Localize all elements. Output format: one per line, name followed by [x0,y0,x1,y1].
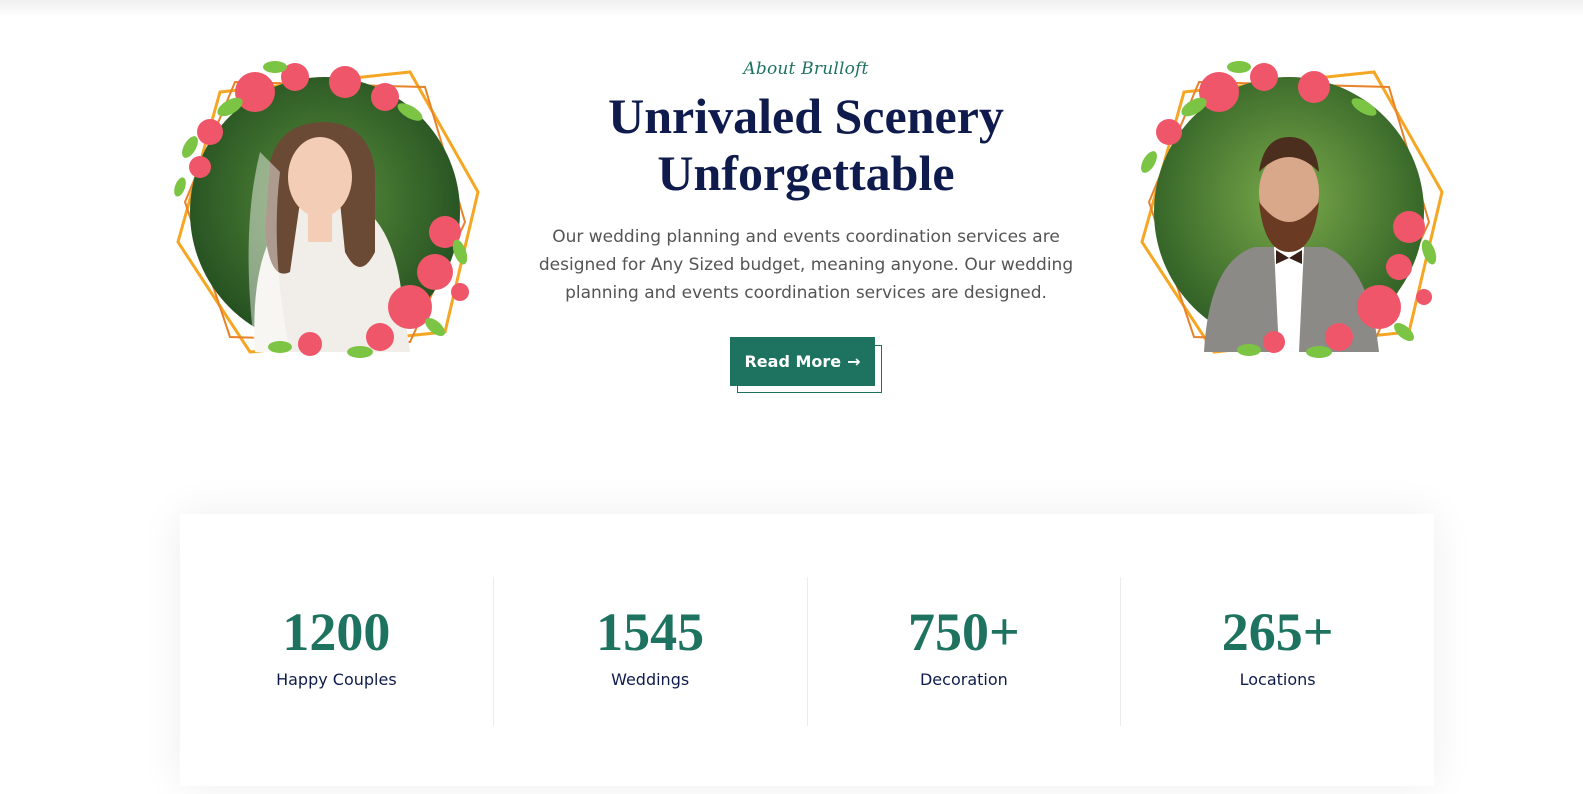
about-section: About Brulloft Unrivaled Scenery Unforge… [500,56,1112,395]
counter-label: Locations [1239,670,1316,689]
section-headline: Unrivaled Scenery Unforgettable [500,88,1112,202]
counter-weddings: 1545 Weddings [492,577,807,726]
counter-decoration: 750+ Decoration [806,577,1121,726]
counter-value: 750+ [907,602,1020,662]
bride-photo-frame [174,61,480,358]
counter-label: Happy Couples [276,670,397,689]
counter-happy-couples: 1200 Happy Couples [180,577,493,726]
arrow-right-icon: → [847,351,861,371]
counter-value: 1545 [596,602,705,662]
counter-label: Weddings [611,670,690,689]
counter-value: 265+ [1221,602,1334,662]
read-more-label: Read More [744,352,842,371]
counter-label: Decoration [919,670,1008,689]
groom-portrait [1124,52,1454,372]
counter-locations: 265+ Locations [1120,577,1434,726]
read-more-button[interactable]: Read More → [730,337,875,386]
header-shadow [0,0,1583,18]
section-description: Our wedding planning and events coordina… [538,227,1074,303]
read-more-wrap: Read More → [730,337,882,395]
section-subtitle: About Brulloft [743,59,869,79]
counter-value: 1200 [282,602,391,662]
stats-card: 1200 Happy Couples 1545 Weddings 750+ De… [180,514,1434,786]
groom-photo-frame [1140,61,1444,358]
headline-line-1: Unrivaled Scenery [608,88,1004,144]
headline-line-2: Unforgettable [657,145,955,201]
bride-portrait [160,52,490,372]
